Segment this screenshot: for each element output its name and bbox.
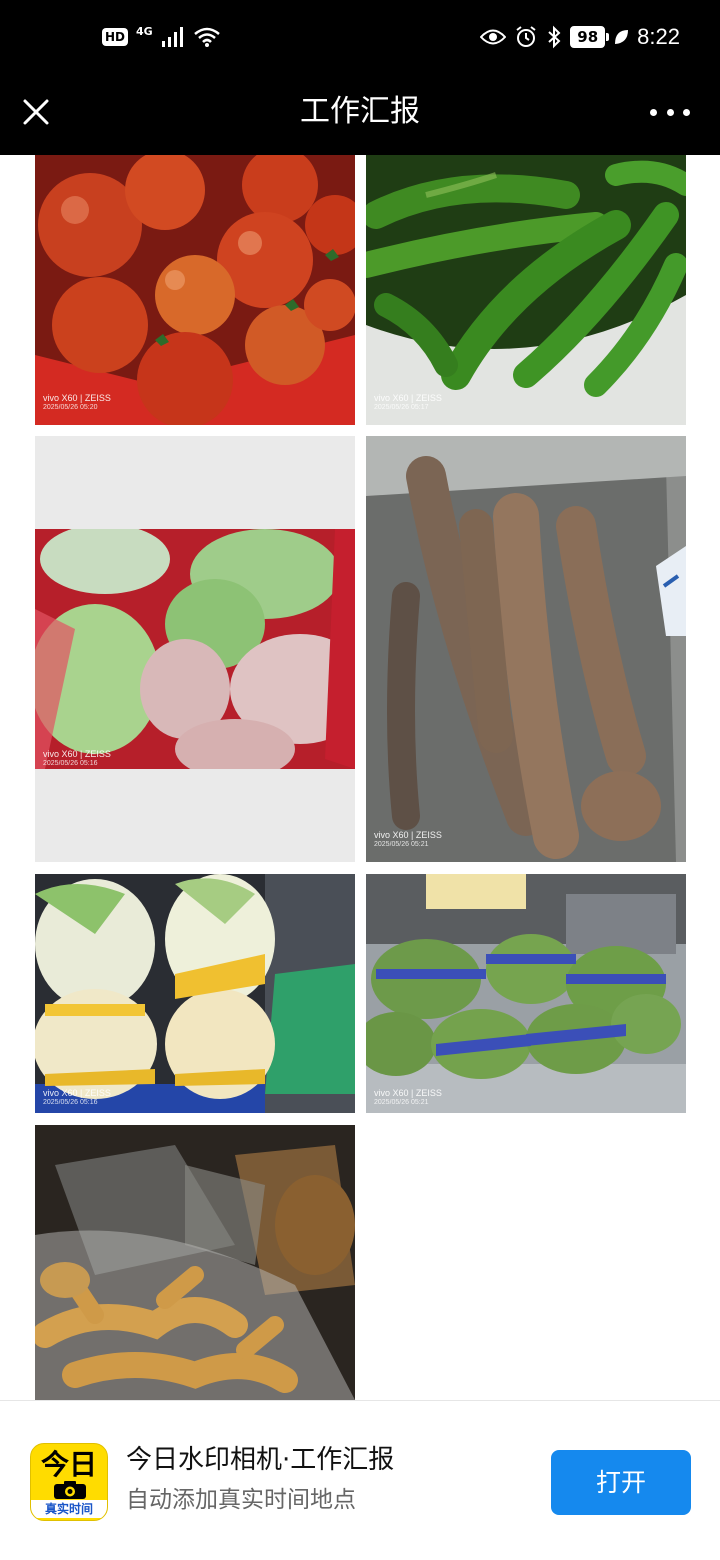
photo-grid[interactable]: vivo X60 | ZEISS 2025/05/26 05:20 vivo X… xyxy=(0,155,720,1400)
photo-watermark: vivo X60 | ZEISS 2025/05/26 05:21 xyxy=(374,830,442,849)
watermark-time: 2025/05/26 05:20 xyxy=(43,403,98,411)
camera-icon xyxy=(54,1481,86,1499)
open-button[interactable]: 打开 xyxy=(551,1450,691,1515)
photo-napa-cabbage[interactable]: vivo X60 | ZEISS 2025/05/26 05:16 xyxy=(35,874,355,1113)
clock: 8:22 xyxy=(637,24,680,49)
more-icon-dot xyxy=(666,108,674,116)
more-icon xyxy=(650,108,657,116)
watermark-time: 2025/05/26 05:17 xyxy=(374,403,429,411)
eye-icon xyxy=(480,29,507,45)
app-name: 今日水印相机·工作汇报 xyxy=(126,1445,395,1475)
app-icon-text: 今日 xyxy=(40,1448,97,1481)
leaf-icon xyxy=(615,30,629,44)
photo-watermark: vivo X60 | ZEISS 2025/05/26 05:16 xyxy=(43,749,111,768)
watermark-time: 2025/05/26 05:16 xyxy=(43,1098,98,1106)
photo-yam[interactable]: vivo X60 | ZEISS 2025/05/26 05:21 xyxy=(366,436,686,862)
status-left: HD 4G xyxy=(102,26,221,48)
battery-icon: 98 xyxy=(570,26,610,48)
photo-watermark: vivo X60 | ZEISS 2025/05/26 05:16 xyxy=(43,1088,111,1107)
watermark-brand: vivo X60 | ZEISS xyxy=(374,393,442,403)
app-icon-subtext: 真实时间 xyxy=(31,1500,107,1518)
app-promo-banner[interactable]: 今日 真实时间 今日水印相机·工作汇报 自动添加真实时间地点 打开 xyxy=(0,1400,720,1560)
watermark-brand: vivo X60 | ZEISS xyxy=(43,749,111,759)
watermark-brand: vivo X60 | ZEISS xyxy=(374,1088,442,1098)
photo-green-peppers[interactable]: vivo X60 | ZEISS 2025/05/26 05:17 xyxy=(366,155,686,425)
photo-cabbage[interactable]: vivo X60 | ZEISS 2025/05/26 05:16 xyxy=(35,436,355,862)
app-icon[interactable]: 今日 真实时间 xyxy=(30,1443,108,1521)
network-type: 4G xyxy=(136,24,153,38)
photo-ginger[interactable] xyxy=(35,1125,355,1400)
photo-tomatoes[interactable]: vivo X60 | ZEISS 2025/05/26 05:20 xyxy=(35,155,355,425)
status-bar: HD 4G 98 8:22 xyxy=(0,0,720,84)
watermark-time: 2025/05/26 05:21 xyxy=(374,840,429,848)
signal-icon xyxy=(161,27,183,47)
bluetooth-icon xyxy=(548,25,561,49)
wifi-icon xyxy=(193,27,220,47)
photo-edamame[interactable]: vivo X60 | ZEISS 2025/05/26 05:21 xyxy=(366,874,686,1113)
app-description: 自动添加真实时间地点 xyxy=(126,1487,356,1513)
more-button[interactable] xyxy=(650,98,690,126)
title-bar: 工作汇报 xyxy=(0,84,720,156)
photo-watermark: vivo X60 | ZEISS 2025/05/26 05:17 xyxy=(374,393,442,412)
page-title: 工作汇报 xyxy=(300,94,420,129)
watermark-time: 2025/05/26 05:16 xyxy=(43,759,98,767)
watermark-brand: vivo X60 | ZEISS xyxy=(374,830,442,840)
watermark-brand: vivo X60 | ZEISS xyxy=(43,1088,111,1098)
photo-watermark: vivo X60 | ZEISS 2025/05/26 05:21 xyxy=(374,1088,442,1107)
more-icon-dot xyxy=(683,108,690,116)
watermark-time: 2025/05/26 05:21 xyxy=(374,1098,429,1106)
watermark-brand: vivo X60 | ZEISS xyxy=(43,393,111,403)
alarm-icon xyxy=(516,26,536,47)
status-right: 98 8:22 xyxy=(480,24,680,50)
photo-watermark: vivo X60 | ZEISS 2025/05/26 05:20 xyxy=(43,393,111,412)
hd-badge: HD xyxy=(102,28,129,46)
